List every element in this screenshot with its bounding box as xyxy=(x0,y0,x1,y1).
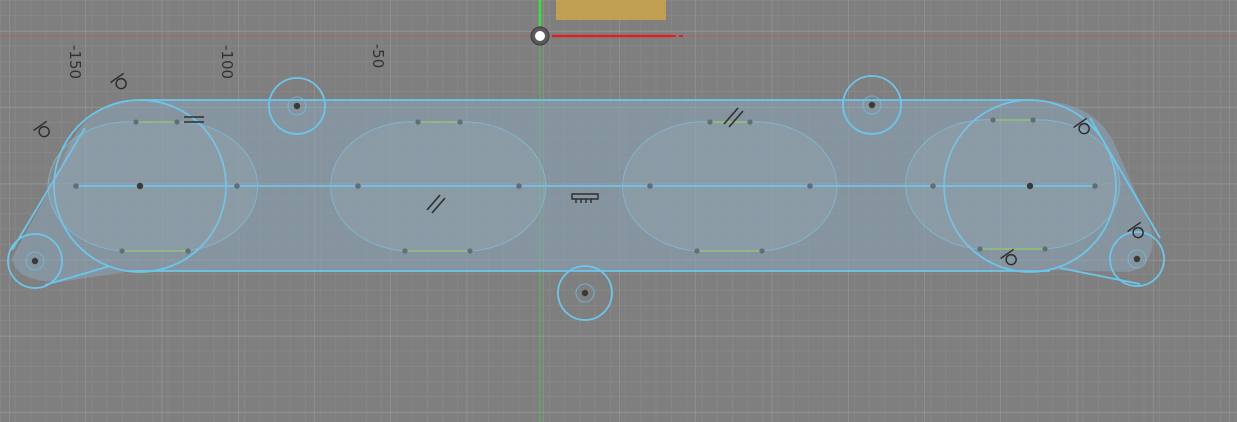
selected-face-highlight[interactable] xyxy=(556,0,666,20)
ruler-tick-label: -150 xyxy=(66,45,84,79)
sketch-canvas[interactable]: -150 -100 -50 xyxy=(0,0,1237,422)
center-point xyxy=(31,257,39,265)
center-point xyxy=(581,289,589,297)
center-point xyxy=(1026,182,1034,190)
ruler-tick-label: -100 xyxy=(218,45,236,79)
center-point xyxy=(1133,255,1141,263)
center-point xyxy=(136,182,144,190)
origin-point-center xyxy=(535,31,545,41)
wheel-slot-4[interactable] xyxy=(906,120,1120,249)
center-point xyxy=(293,102,301,110)
center-point xyxy=(868,101,876,109)
ruler-tick-label: -50 xyxy=(369,44,387,69)
